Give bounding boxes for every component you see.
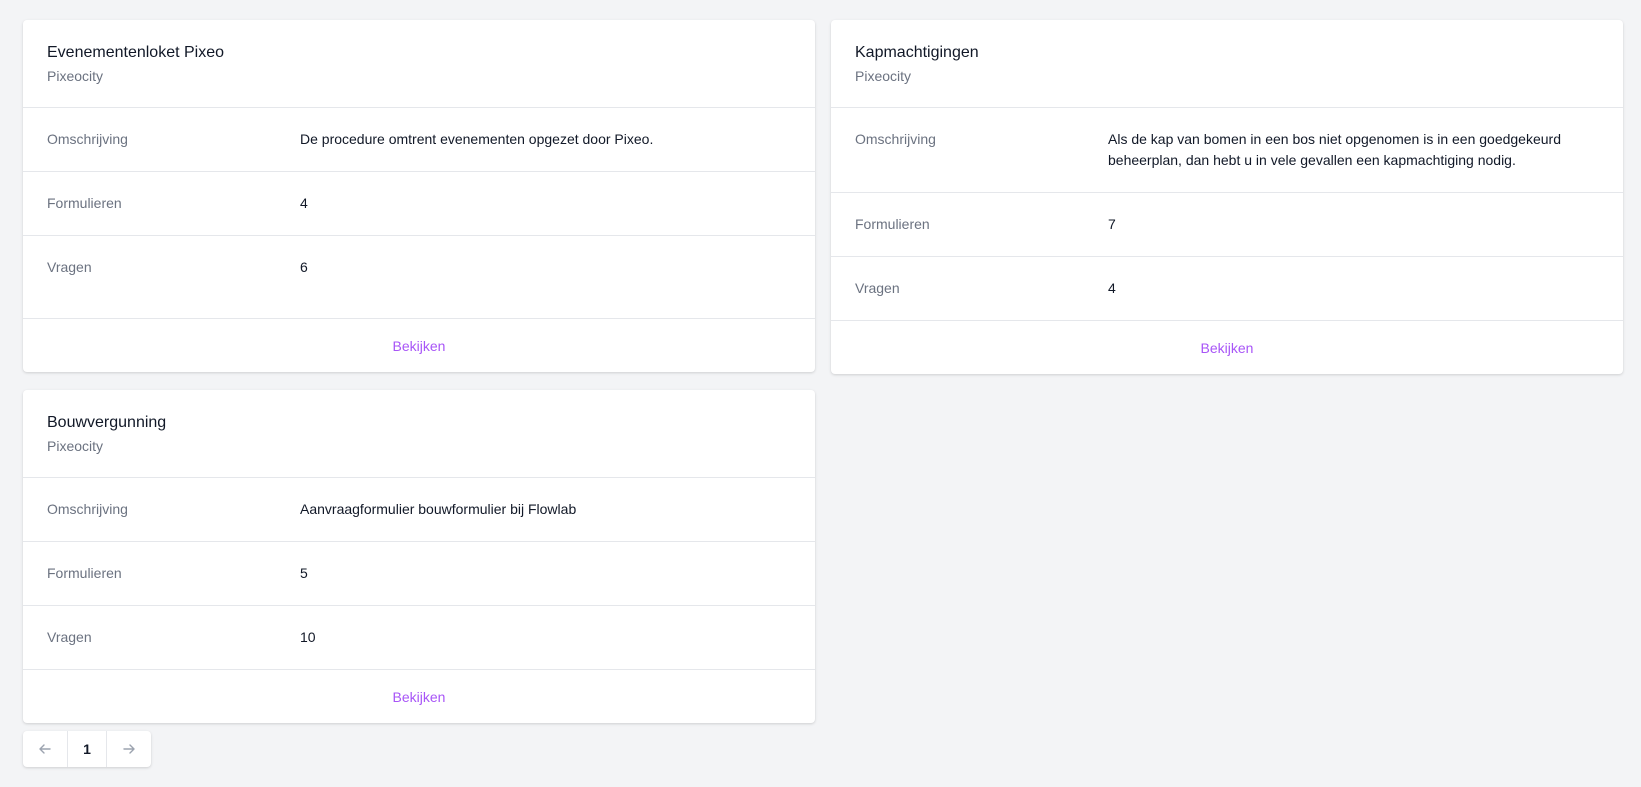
row-value: 4 [300, 195, 308, 211]
card-footer: Bekijken [23, 319, 815, 372]
row-label: Vragen [47, 629, 92, 645]
row-label: Omschrijving [855, 131, 936, 147]
procedure-grid: Evenementenloket Pixeo Pixeocity Omschri… [23, 20, 1623, 723]
view-link[interactable]: Bekijken [1201, 340, 1254, 356]
card-title: Kapmachtigingen [855, 44, 979, 61]
forms-row: Formulieren 5 [23, 542, 815, 606]
card-header: Kapmachtigingen Pixeocity [831, 20, 1623, 108]
card-footer: Bekijken [831, 321, 1623, 374]
row-label: Formulieren [855, 216, 930, 232]
row-value: 7 [1108, 216, 1116, 232]
card-subtitle: Pixeocity [47, 68, 104, 84]
pagination: 1 [23, 731, 151, 767]
arrow-right-icon [123, 744, 135, 754]
row-label: Omschrijving [47, 131, 128, 147]
card-footer: Bekijken [23, 670, 815, 723]
card-title: Bouwvergunning [47, 414, 167, 431]
view-link[interactable]: Bekijken [393, 338, 446, 354]
card-subtitle: Pixeocity [47, 438, 104, 454]
card-header: Bouwvergunning Pixeocity [23, 390, 815, 478]
row-label: Formulieren [47, 195, 122, 211]
row-value: De procedure omtrent evenementen opgezet… [300, 131, 654, 147]
card-subtitle: Pixeocity [855, 68, 912, 84]
row-value: Als de kap van bomen in een bos niet opg… [1108, 131, 1561, 168]
previous-page-button[interactable] [23, 731, 67, 767]
row-value: 4 [1108, 280, 1116, 296]
row-value: 10 [300, 629, 316, 645]
procedure-card: Bouwvergunning Pixeocity Omschrijving Aa… [23, 390, 815, 723]
row-label: Omschrijving [47, 501, 128, 517]
row-value: 5 [300, 565, 308, 581]
questions-row: Vragen 4 [831, 257, 1623, 321]
forms-row: Formulieren 4 [23, 172, 815, 236]
next-page-button[interactable] [107, 731, 151, 767]
card-header: Evenementenloket Pixeo Pixeocity [23, 20, 815, 108]
questions-row: Vragen 6 [23, 236, 815, 319]
row-value: Aanvraagformulier bouwformulier bij Flow… [300, 501, 577, 517]
procedure-card: Evenementenloket Pixeo Pixeocity Omschri… [23, 20, 815, 372]
row-label: Vragen [855, 280, 900, 296]
questions-row: Vragen 10 [23, 606, 815, 670]
row-label: Vragen [47, 259, 92, 275]
description-row: Omschrijving Aanvraagformulier bouwformu… [23, 478, 815, 542]
card-title: Evenementenloket Pixeo [47, 44, 224, 61]
arrow-left-icon [39, 744, 51, 754]
row-label: Formulieren [47, 565, 122, 581]
procedure-card: Kapmachtigingen Pixeocity Omschrijving A… [831, 20, 1623, 374]
row-value: 6 [300, 259, 308, 275]
view-link[interactable]: Bekijken [393, 689, 446, 705]
page-number-button[interactable]: 1 [67, 731, 107, 767]
forms-row: Formulieren 7 [831, 193, 1623, 257]
description-row: Omschrijving De procedure omtrent evenem… [23, 108, 815, 172]
description-row: Omschrijving Als de kap van bomen in een… [831, 108, 1623, 193]
